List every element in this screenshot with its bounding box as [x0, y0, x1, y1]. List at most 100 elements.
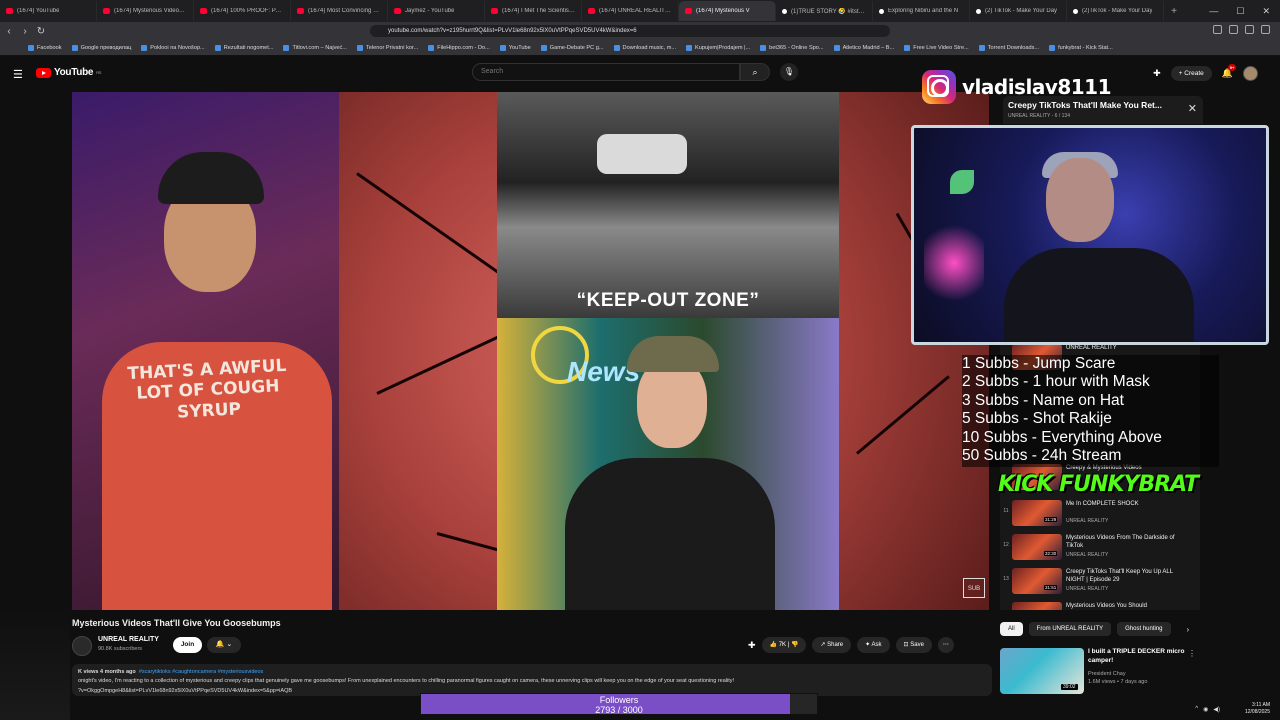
browser-tab[interactable]: (1674) Mysterious Videos Y	[97, 1, 194, 21]
bookmark-item[interactable]: Download music, m...	[613, 44, 676, 51]
bookmark-item[interactable]: Rezultati nogomet...	[214, 44, 273, 51]
video-title[interactable]: Creepy TikToks That'll Keep You Up ALL N…	[1066, 569, 1190, 585]
playlist-item[interactable]: 13 31:51 Creepy TikToks That'll Keep You U…	[1000, 566, 1200, 598]
chip-all[interactable]: All	[1000, 622, 1023, 636]
bookmark-item[interactable]: Game-Debate PC g...	[540, 44, 604, 51]
browser-tab[interactable]: (1674) Mysterious V	[679, 1, 776, 21]
bookmark-favicon-icon	[904, 44, 911, 51]
browser-tab[interactable]: (1674) YouTube	[0, 1, 97, 21]
notifications-icon[interactable]: 🔔 9+	[1222, 63, 1237, 79]
playlist-item[interactable]: 12 32:30 Mysterious Videos From The Darksi…	[1000, 532, 1200, 564]
browser-tab[interactable]: Jaymez - YouTube	[388, 1, 485, 21]
browser-tab[interactable]: (1674) I Met The Scientist T	[485, 1, 582, 21]
playlist-item[interactable]: 11 31:29 Me In COMPLETE SHOCK UNREAL REALIT…	[1000, 498, 1200, 530]
bookmark-item[interactable]: Telenor Privatni kor...	[356, 44, 418, 51]
recommended-video[interactable]: 39:02 I built a TRIPLE DECKER micro camp…	[1000, 647, 1200, 695]
address-bar[interactable]: youtube.com/watch?v=z195hurrt9Q&list=PLv…	[370, 25, 890, 37]
video-description[interactable]: K views 4 months ago #scarytiktoks #caug…	[72, 664, 992, 696]
channel-name[interactable]: President Chay	[1088, 671, 1126, 677]
chevron-right-icon[interactable]: ›	[1187, 625, 1190, 634]
followers-goal-bar: Followers 2793 / 3000	[420, 693, 818, 715]
video-thumbnail[interactable]	[1012, 534, 1062, 560]
hamburger-menu-icon[interactable]: ☰	[13, 68, 23, 81]
save-button[interactable]: ⊡ Save	[895, 637, 932, 653]
channel-name[interactable]: UNREAL REALITY	[98, 636, 159, 643]
forward-icon[interactable]: ›	[18, 26, 32, 37]
bookmark-favicon-icon	[28, 44, 34, 51]
share-button[interactable]: ↗ Share	[812, 637, 852, 653]
volume-icon[interactable]: ◀)	[1213, 706, 1220, 713]
video-title[interactable]: I built a TRIPLE DECKER micro camper!	[1088, 648, 1188, 666]
new-tab-button[interactable]: +	[1164, 6, 1184, 17]
bookmark-item[interactable]: funkybrat - Kick Stat...	[1049, 44, 1113, 51]
bookmark-item[interactable]: Google преводилац	[71, 44, 131, 51]
minimize-icon[interactable]: —	[1209, 6, 1218, 16]
tab-label: (1674) 100% PROOF: PARA	[211, 8, 284, 14]
tiktok-icon	[976, 8, 981, 14]
bookmark-item[interactable]: Poklooi na Novošop...	[141, 44, 205, 51]
ask-button[interactable]: ✦ Ask	[857, 637, 890, 653]
bookmark-item[interactable]: FileHippo.com - Do...	[428, 44, 490, 51]
video-thumbnail[interactable]	[1012, 500, 1062, 526]
chip-from-channel[interactable]: From UNREAL REALITY	[1028, 622, 1112, 636]
bookmark-item[interactable]: Titlovi.com – Najveć...	[283, 44, 347, 51]
reload-icon[interactable]: ↻	[34, 26, 48, 37]
video-thumbnail[interactable]	[1012, 602, 1062, 610]
puzzle-icon[interactable]: ✚	[748, 640, 756, 651]
browser-tab[interactable]: Exploring Nibiru and the N	[873, 1, 970, 21]
network-icon[interactable]: ◉	[1203, 706, 1208, 713]
subscription-bell-button[interactable]: 🔔 ⌄	[207, 637, 241, 653]
chevron-up-icon[interactable]: ^	[1195, 706, 1198, 713]
extension-icon[interactable]	[1213, 25, 1222, 34]
clock-time: 3:11 AM	[1252, 702, 1270, 708]
profile-icon[interactable]	[1261, 25, 1270, 34]
channel-avatar[interactable]	[72, 636, 92, 656]
playlist-title[interactable]: Creepy TikToks That'll Make You Ret...	[1008, 100, 1178, 110]
search-input[interactable]: Search	[472, 63, 740, 81]
video-title[interactable]: UNREAL REALITY	[1066, 345, 1190, 353]
extension-icon[interactable]	[1229, 25, 1238, 34]
bookmark-label: Poklooi na Novošop...	[150, 44, 205, 51]
more-actions-button[interactable]: ⋯	[937, 637, 954, 653]
youtube-logo[interactable]: YouTube RS	[36, 67, 101, 78]
close-window-icon[interactable]: ✕	[1262, 6, 1270, 17]
hashtags[interactable]: #scarytiktoks #caughtoncamera #mysteriou…	[139, 669, 263, 675]
puzzle-icon[interactable]: ✚	[1153, 68, 1161, 79]
join-button[interactable]: Join	[173, 637, 202, 653]
bookmark-item[interactable]: Kupujem|Prodajem |...	[686, 44, 750, 51]
bookmark-label: Free Live Video Stre...	[913, 44, 969, 51]
video-title[interactable]: Me In COMPLETE SHOCK	[1066, 501, 1190, 509]
back-icon[interactable]: ‹	[2, 26, 16, 37]
system-clock[interactable]: 3:11 AM 12/08/2025	[1245, 702, 1270, 716]
browser-tab[interactable]: (2)TikTok - Make Your Day	[1067, 1, 1164, 21]
search-button[interactable]: ⌕	[740, 63, 770, 81]
bookmark-item[interactable]: Free Live Video Stre...	[904, 44, 969, 51]
playlist-item[interactable]: Mysterious Videos You Should	[1000, 600, 1200, 610]
voice-search-button[interactable]: 🎙	[780, 63, 798, 81]
bookmark-item[interactable]: Atletico Madrid – B...	[833, 44, 894, 51]
bookmark-item[interactable]: bet365 - Online Spo...	[760, 44, 824, 51]
video-meta: 1.6M views • 7 days ago	[1088, 679, 1148, 685]
maximize-icon[interactable]: ☐	[1236, 6, 1244, 17]
video-title[interactable]: Mysterious Videos From The Darkside of T…	[1066, 535, 1190, 551]
browser-tab[interactable]: (2) TikTok - Make Your Day	[970, 1, 1067, 21]
bookmark-item[interactable]: YouTube	[499, 44, 531, 51]
video-thumbnail[interactable]	[1012, 568, 1062, 594]
close-icon[interactable]: ✕	[1188, 102, 1197, 115]
extension-icon[interactable]	[1245, 25, 1254, 34]
more-vert-icon[interactable]: ⋮	[1188, 649, 1196, 658]
like-button[interactable]: 👍 7K | 👎	[761, 637, 807, 653]
video-title[interactable]: Mysterious Videos You Should	[1066, 603, 1190, 610]
like-count: 7K	[778, 642, 787, 648]
browser-tab[interactable]: (1674) Most Convincing Evi	[291, 1, 388, 21]
account-avatar[interactable]	[1243, 65, 1258, 81]
video-player[interactable]: THAT'S A AWFUL LOT OF COUGH SYRUP “KEEP-…	[72, 92, 989, 610]
chip-ghost-hunting[interactable]: Ghost hunting	[1117, 622, 1171, 636]
create-button[interactable]: + Create	[1170, 65, 1212, 81]
bookmark-item[interactable]: Torrent Downloads...	[978, 44, 1039, 51]
browser-tab[interactable]: (1674) UNREAL REALITY - Y	[582, 1, 679, 21]
bookmark-item[interactable]: Facebook	[28, 44, 62, 51]
browser-tab[interactable]: (1)TRUE STORY 🤣 #itstent	[776, 1, 873, 21]
browser-tab[interactable]: (1674) 100% PROOF: PARA	[194, 1, 291, 21]
bookmark-favicon-icon	[283, 44, 290, 51]
